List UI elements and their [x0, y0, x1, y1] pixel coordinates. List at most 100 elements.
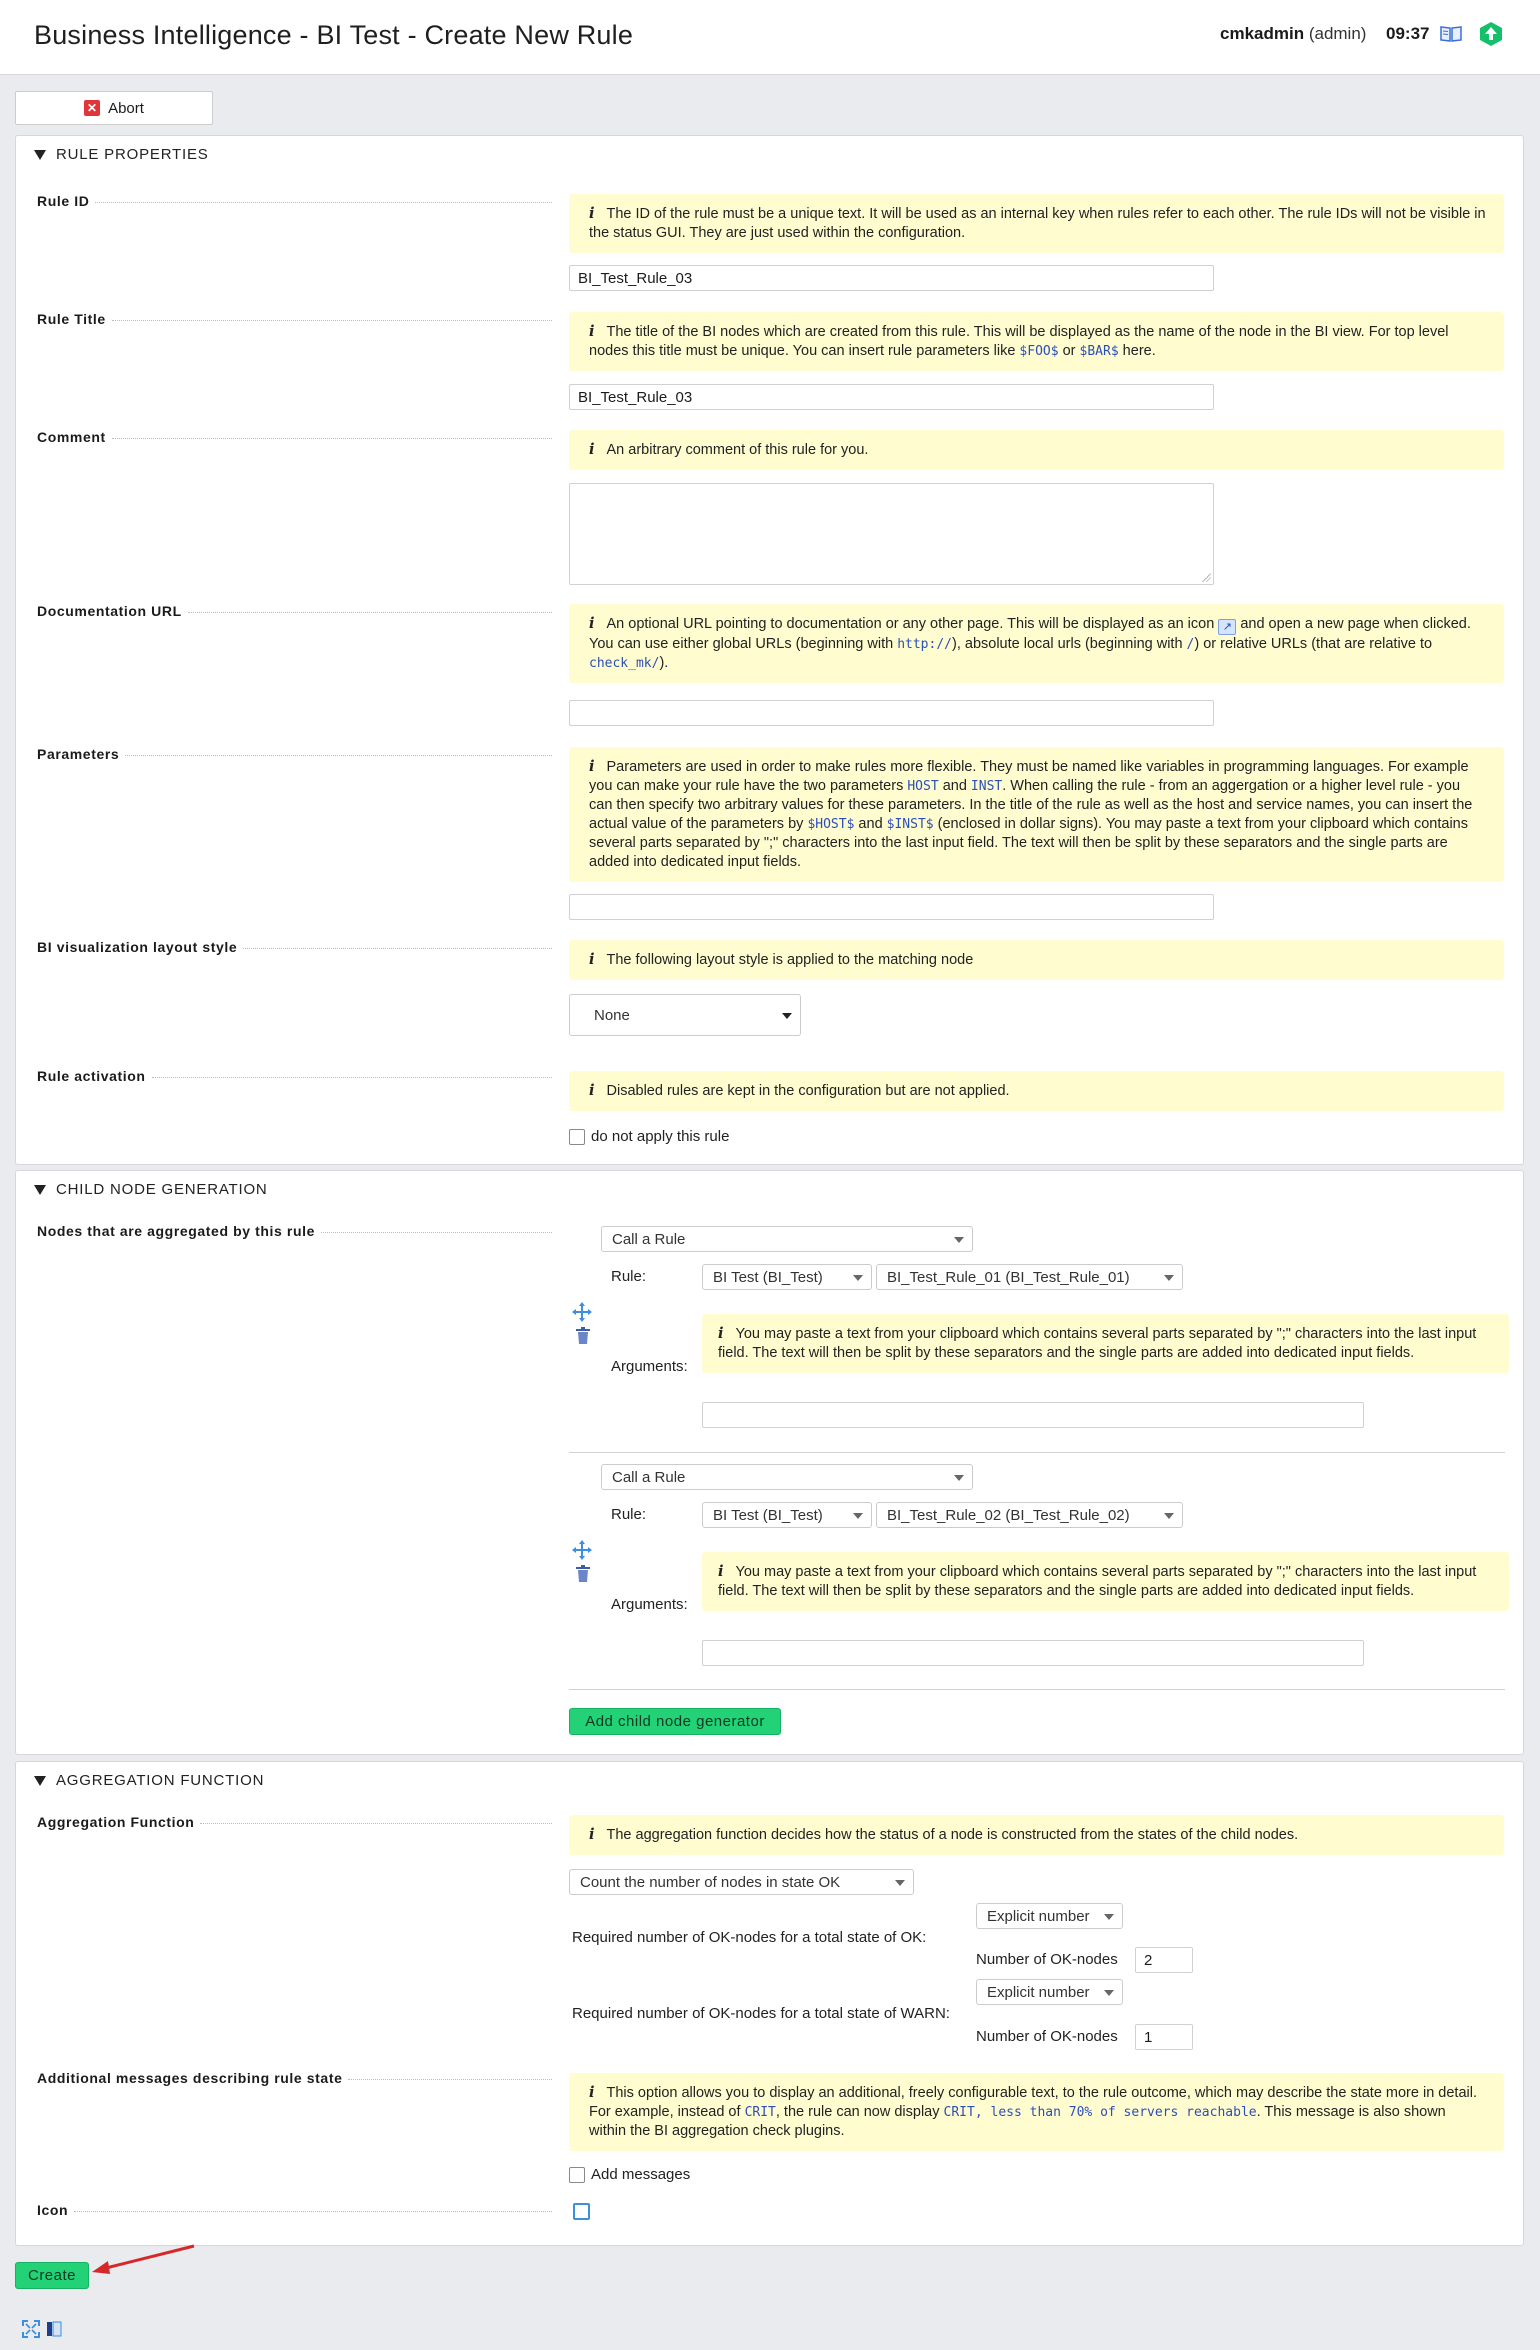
create-button[interactable]: Create	[15, 2262, 89, 2289]
ok-number-input[interactable]: 2	[1135, 1947, 1193, 1973]
aggregation-section: AGGREGATION FUNCTION Aggregation Functio…	[15, 1761, 1524, 2246]
triangle-down-icon	[34, 1775, 46, 1786]
sidebar-toggle-icon[interactable]	[46, 2321, 62, 2341]
additional-messages-label: Additional messages describing rule stat…	[37, 2070, 552, 2086]
info-icon: i	[589, 1826, 595, 1843]
documentation-url-input[interactable]	[569, 700, 1214, 726]
rule-id-label: Rule ID	[37, 193, 552, 209]
ok-mode-select[interactable]: Explicit number	[976, 1903, 1123, 1929]
info-icon: i	[589, 615, 595, 632]
update-icon[interactable]	[1478, 21, 1504, 51]
comment-label: Comment	[37, 429, 552, 445]
nodes-aggregated-label: Nodes that are aggregated by this rule	[37, 1223, 552, 1239]
external-link-icon: ↗	[1218, 619, 1237, 635]
rule-select[interactable]: BI_Test_Rule_01 (BI_Test_Rule_01)	[876, 1264, 1183, 1290]
argument-input[interactable]	[702, 1640, 1364, 1666]
user-role: (admin)	[1308, 24, 1367, 43]
section-toggle-child-nodes[interactable]: CHILD NODE GENERATION	[34, 1181, 268, 1198]
info-icon: i	[718, 1325, 724, 1342]
trash-icon[interactable]	[575, 1327, 591, 1349]
info-icon: i	[589, 2084, 595, 2101]
rule-title-label: Rule Title	[37, 311, 552, 327]
user-info[interactable]: cmkadmin (admin)	[1220, 24, 1366, 44]
icon-label: Icon	[37, 2202, 552, 2218]
add-messages-label: Add messages	[591, 2166, 691, 2183]
abort-label: Abort	[108, 99, 144, 117]
parameters-input[interactable]	[569, 894, 1214, 920]
info-icon: i	[718, 1563, 724, 1580]
documentation-url-help: i An optional URL pointing to documentati…	[569, 604, 1504, 683]
section-toggle-aggregation[interactable]: AGGREGATION FUNCTION	[34, 1772, 264, 1789]
ok-number-label: Number of OK-nodes	[976, 1951, 1118, 1968]
divider	[569, 1452, 1505, 1453]
chevron-down-icon	[853, 1275, 863, 1281]
move-icon[interactable]	[571, 1301, 593, 1327]
comment-help: i An arbitrary comment of this rule for y…	[569, 430, 1504, 470]
arguments-help: i You may paste a text from your clipboar…	[702, 1552, 1509, 1611]
ok-required-label: Required number of OK-nodes for a total …	[572, 1929, 927, 1946]
warn-mode-select[interactable]: Explicit number	[976, 1979, 1123, 2005]
move-icon[interactable]	[571, 1539, 593, 1565]
section-toggle-rule-properties[interactable]: RULE PROPERTIES	[34, 146, 209, 163]
pack-select[interactable]: BI Test (BI_Test)	[702, 1502, 872, 1528]
warn-number-label: Number of OK-nodes	[976, 2028, 1118, 2045]
trash-icon[interactable]	[575, 1565, 591, 1587]
chevron-down-icon	[1164, 1513, 1174, 1519]
username: cmkadmin	[1220, 24, 1305, 43]
chevron-down-icon	[1164, 1275, 1174, 1281]
additional-messages-help: i This option allows you to display an ad…	[569, 2073, 1504, 2151]
info-icon: i	[589, 323, 595, 340]
rule-label: Rule:	[611, 1268, 647, 1285]
chevron-down-icon	[853, 1513, 863, 1519]
do-not-apply-checkbox[interactable]	[569, 1129, 585, 1145]
info-icon: i	[589, 441, 595, 458]
aggregation-function-help: i The aggregation function decides how th…	[569, 1815, 1504, 1855]
layout-style-label: BI visualization layout style	[37, 939, 552, 955]
info-icon: i	[589, 758, 595, 775]
icon-selector-icon[interactable]	[573, 2203, 590, 2220]
child-node-section: CHILD NODE GENERATION Nodes that are agg…	[15, 1170, 1524, 1755]
rule-activation-label: Rule activation	[37, 1068, 552, 1084]
arguments-label: Arguments:	[611, 1358, 688, 1375]
parameters-label: Parameters	[37, 746, 552, 762]
add-messages-checkbox[interactable]	[569, 2167, 585, 2183]
resize-handle-icon[interactable]	[1202, 573, 1211, 582]
abort-button[interactable]: ✕ Abort	[15, 91, 213, 125]
rule-select[interactable]: BI_Test_Rule_02 (BI_Test_Rule_02)	[876, 1502, 1183, 1528]
layout-style-select[interactable]: None	[569, 994, 801, 1036]
add-child-node-generator-button[interactable]: Add child node generator	[569, 1708, 781, 1735]
generator-type-select[interactable]: Call a Rule	[601, 1226, 973, 1252]
triangle-down-icon	[34, 1184, 46, 1195]
info-icon: i	[589, 951, 595, 968]
rule-id-input[interactable]: BI_Test_Rule_03	[569, 265, 1214, 291]
fullscreen-icon[interactable]	[22, 2320, 40, 2342]
pack-select[interactable]: BI Test (BI_Test)	[702, 1264, 872, 1290]
aggregation-function-select[interactable]: Count the number of nodes in state OK	[569, 1869, 914, 1895]
divider	[569, 1689, 1505, 1690]
clock: 09:37	[1386, 24, 1430, 43]
warn-number-input[interactable]: 1	[1135, 2024, 1193, 2050]
aggregation-function-label: Aggregation Function	[37, 1814, 552, 1830]
rule-id-help: i The ID of the rule must be a unique tex…	[569, 194, 1504, 253]
parameters-help: i Parameters are used in order to make ru…	[569, 747, 1504, 882]
rule-title-input[interactable]: BI_Test_Rule_03	[569, 384, 1214, 410]
argument-input[interactable]	[702, 1402, 1364, 1428]
chevron-down-icon	[954, 1475, 964, 1481]
book-icon[interactable]	[1440, 25, 1462, 47]
info-icon: i	[589, 1082, 595, 1099]
comment-textarea[interactable]	[569, 483, 1214, 585]
arguments-help: i You may paste a text from your clipboar…	[702, 1314, 1509, 1373]
do-not-apply-label: do not apply this rule	[591, 1128, 730, 1145]
rule-title-help: i The title of the BI nodes which are cre…	[569, 312, 1504, 371]
info-icon: i	[589, 205, 595, 222]
rule-activation-help: i Disabled rules are kept in the configur…	[569, 1071, 1504, 1111]
generator-type-select[interactable]: Call a Rule	[601, 1464, 973, 1490]
arguments-label: Arguments:	[611, 1596, 688, 1613]
rule-properties-section: RULE PROPERTIES Rule ID i The ID of the r…	[15, 135, 1524, 1165]
page-header: Business Intelligence - BI Test - Create…	[0, 0, 1540, 75]
red-arrow-annotation	[92, 2244, 195, 2274]
chevron-down-icon	[954, 1237, 964, 1243]
chevron-down-icon	[1104, 1914, 1114, 1920]
rule-label: Rule:	[611, 1506, 647, 1523]
warn-required-label: Required number of OK-nodes for a total …	[572, 2005, 950, 2022]
